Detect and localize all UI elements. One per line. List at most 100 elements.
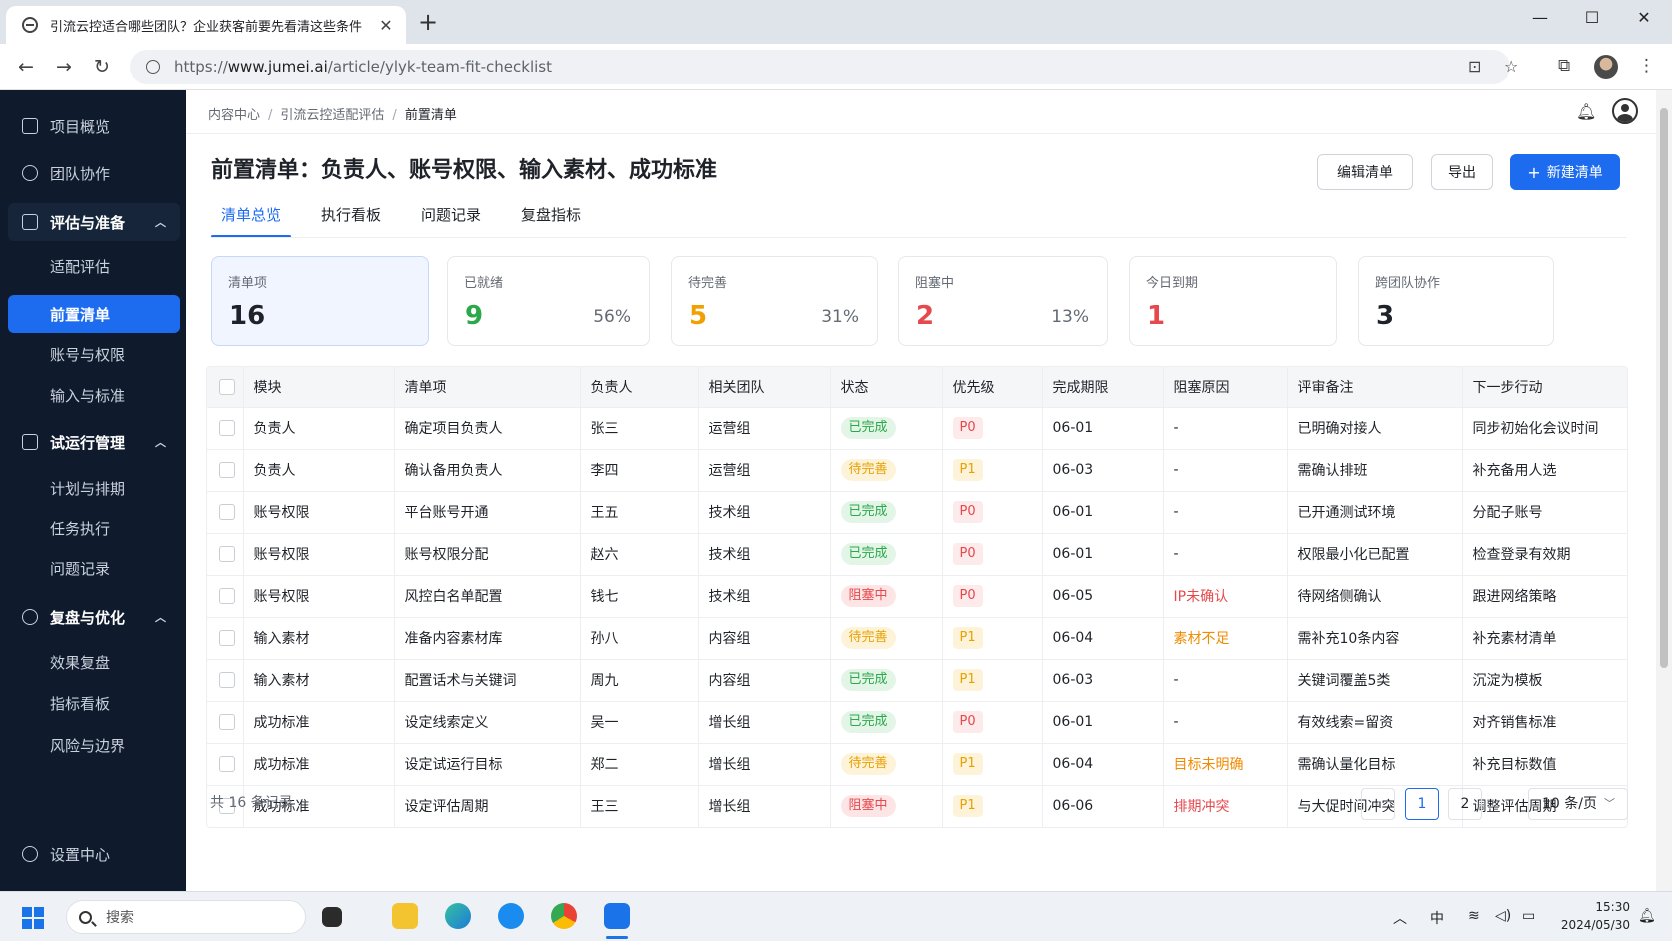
ime-indicator[interactable]: 中	[1430, 908, 1444, 928]
table-row[interactable]: 账号权限 平台账号开通 王五 技术组 已完成 P0 06-01- 已开通测试环境 分配子账号	[207, 490, 1627, 533]
sidebar-item-plan[interactable]: 计划与排期	[8, 469, 180, 507]
row-checkbox[interactable]	[219, 672, 235, 688]
sidebar-item-overview[interactable]: 项目概览	[8, 107, 180, 145]
back-arrow-icon[interactable]: ←	[12, 54, 40, 80]
sidebar-group-eval[interactable]: 评估与准备 ︿	[8, 203, 180, 241]
prev-page-button[interactable]: ‹	[1361, 788, 1395, 820]
page-button[interactable]: 2	[1448, 788, 1482, 820]
select-all-checkbox[interactable]	[219, 378, 235, 395]
table-row[interactable]: 账号权限 风控白名单配置 钱七 技术组 阻塞中 P0 06-05 IP未确认 待网络侧确认 跟进网…	[207, 574, 1627, 617]
stat-card-pending[interactable]: 待完善 5 31%	[671, 256, 878, 346]
sidebar-item-team[interactable]: 团队协作	[8, 154, 180, 192]
scrollbar-thumb[interactable]	[1660, 108, 1668, 668]
tab-issues[interactable]: 问题记录	[411, 202, 491, 238]
table-row[interactable]: 账号权限 账号权限分配 赵六 技术组 已完成 P0 06-01- 权限最小化已配置 检查登录有效…	[207, 532, 1627, 575]
stat-card-ready[interactable]: 已就绪 9 56%	[447, 256, 650, 346]
page-button[interactable]: 1	[1405, 788, 1439, 820]
close-window-icon[interactable]: ✕	[1624, 8, 1664, 27]
bell-icon[interactable]: 🔔︎	[1576, 102, 1596, 121]
volume-icon[interactable]: ◁)	[1495, 908, 1511, 924]
row-checkbox[interactable]	[219, 756, 235, 772]
battery-icon[interactable]: ▭	[1522, 908, 1535, 924]
forward-arrow-icon[interactable]: →	[50, 54, 78, 80]
chat-app-icon[interactable]	[498, 903, 524, 929]
extensions-icon[interactable]: ⧉	[1558, 56, 1570, 76]
chrome-browser-icon[interactable]	[551, 903, 577, 929]
sidebar-item-accounts[interactable]: 账号与权限	[8, 335, 180, 373]
maximize-window-icon[interactable]: ☐	[1572, 8, 1612, 27]
export-button[interactable]: 导出	[1431, 154, 1493, 190]
active-app-icon[interactable]	[604, 903, 630, 929]
sidebar-item-risks[interactable]: 风险与边界	[8, 726, 180, 764]
column-header[interactable]: 评审备注	[1287, 367, 1463, 407]
edit-checklist-button[interactable]: 编辑清单	[1317, 154, 1413, 190]
table-row[interactable]: 成功标准 设定试运行目标 郑二 增长组 待完善 P1 06-04 目标未明确 需确认量化目标 补充…	[207, 742, 1627, 785]
new-checklist-button[interactable]: + 新建清单	[1510, 154, 1620, 190]
sidebar-group-trial[interactable]: 试运行管理 ︿	[8, 423, 180, 461]
browser-menu-icon[interactable]: ⋮	[1638, 56, 1655, 76]
row-checkbox[interactable]	[219, 504, 235, 520]
breadcrumb-item[interactable]: 引流云控适配评估	[280, 108, 384, 123]
task-view-icon[interactable]	[322, 907, 342, 927]
table-row[interactable]: 输入素材 准备内容素材库 孙八 内容组 待完善 P1 06-04 素材不足 需补充10条内容 补充…	[207, 616, 1627, 659]
sidebar-item-fit-eval[interactable]: 适配评估	[8, 247, 180, 285]
clock[interactable]: 15:30 2024/05/30	[1560, 898, 1630, 934]
edge-browser-icon[interactable]	[445, 903, 471, 929]
column-header[interactable]: 状态	[830, 367, 943, 407]
cell-review-note: 有效线索=留资	[1287, 700, 1463, 743]
user-avatar[interactable]	[1612, 98, 1638, 124]
reload-icon[interactable]: ↻	[88, 54, 116, 80]
row-checkbox[interactable]	[219, 546, 235, 562]
sidebar-item-inputs[interactable]: 输入与标准	[8, 376, 180, 414]
sidebar-item-retro[interactable]: 效果复盘	[8, 643, 180, 681]
table-row[interactable]: 成功标准 设定线索定义 吴一 增长组 已完成 P0 06-01- 有效线索=留资 对齐销售标准	[207, 700, 1627, 743]
notification-bell-icon[interactable]: 🔔︎	[1638, 908, 1656, 924]
sidebar-group-review[interactable]: 复盘与优化 ︿	[8, 598, 180, 636]
row-checkbox[interactable]	[219, 462, 235, 478]
stat-card-cross-team[interactable]: 跨团队协作 3	[1358, 256, 1554, 346]
tab-overview[interactable]: 清单总览	[211, 202, 292, 238]
column-header[interactable]: 完成期限	[1042, 367, 1164, 407]
table-row[interactable]: 负责人 确定项目负责人 张三 运营组 已完成 P0 06-01- 已明确对接人 同步初始化会议时…	[207, 406, 1627, 449]
sidebar-item-tasks[interactable]: 任务执行	[8, 509, 180, 547]
table-row[interactable]: 负责人 确认备用负责人 李四 运营组 待完善 P1 06-03- 需确认排班 补充备用人选	[207, 448, 1627, 491]
sidebar-item-settings[interactable]: 设置中心	[8, 835, 180, 873]
browser-tab[interactable]: 引流云控适合哪些团队？企业获客前要先看清这些条件 ✕	[6, 6, 406, 44]
column-header[interactable]: 下一步行动	[1462, 367, 1627, 407]
new-tab-icon[interactable]: +	[418, 9, 438, 35]
file-explorer-icon[interactable]	[392, 903, 418, 929]
sidebar-item-metrics[interactable]: 指标看板	[8, 684, 180, 722]
column-header[interactable]: 相关团队	[698, 367, 831, 407]
row-checkbox[interactable]	[219, 420, 235, 436]
column-header[interactable]: 模块	[243, 367, 395, 407]
bookmark-star-icon[interactable]: ☆	[1504, 57, 1518, 76]
sidebar-item-checklist[interactable]: 前置清单	[8, 295, 180, 333]
site-info-icon[interactable]	[146, 60, 160, 74]
column-header[interactable]: 优先级	[942, 367, 1043, 407]
column-header[interactable]: 阻塞原因	[1163, 367, 1288, 407]
sidebar-item-issues[interactable]: 问题记录	[8, 549, 180, 587]
column-header[interactable]: 负责人	[580, 367, 699, 407]
minimize-window-icon[interactable]: —	[1520, 8, 1560, 27]
table-row[interactable]: 输入素材 配置话术与关键词 周九 内容组 已完成 P1 06-03- 关键词覆盖5类 沉淀为模板	[207, 658, 1627, 701]
row-checkbox[interactable]	[219, 588, 235, 604]
tab-metrics[interactable]: 复盘指标	[511, 202, 591, 238]
page-scrollbar[interactable]	[1656, 90, 1672, 891]
close-tab-icon[interactable]: ✕	[376, 16, 396, 35]
url-field[interactable]: https://www.jumei.ai/article/ylyk-team-f…	[130, 50, 1518, 84]
row-checkbox[interactable]	[219, 714, 235, 730]
windows-start-icon[interactable]	[22, 907, 44, 929]
tab-board[interactable]: 执行看板	[311, 202, 391, 238]
chevron-up-icon[interactable]: ︿	[1393, 908, 1407, 928]
breadcrumb-item[interactable]: 内容中心	[208, 108, 260, 123]
stat-card-blocked[interactable]: 阻塞中 2 13%	[898, 256, 1108, 346]
page-zoom-icon[interactable]: ⊡	[1468, 57, 1481, 76]
page-size-select[interactable]: 10 条/页 ﹀	[1528, 788, 1628, 820]
stat-card-total[interactable]: 清单项 16	[211, 256, 429, 346]
stat-card-due-today[interactable]: 今日到期 1	[1129, 256, 1337, 346]
profile-avatar[interactable]	[1594, 55, 1618, 79]
taskbar-search[interactable]: 搜索	[66, 900, 306, 934]
column-header[interactable]: 清单项	[394, 367, 581, 407]
wifi-icon[interactable]: ≋	[1468, 908, 1480, 924]
row-checkbox[interactable]	[219, 630, 235, 646]
